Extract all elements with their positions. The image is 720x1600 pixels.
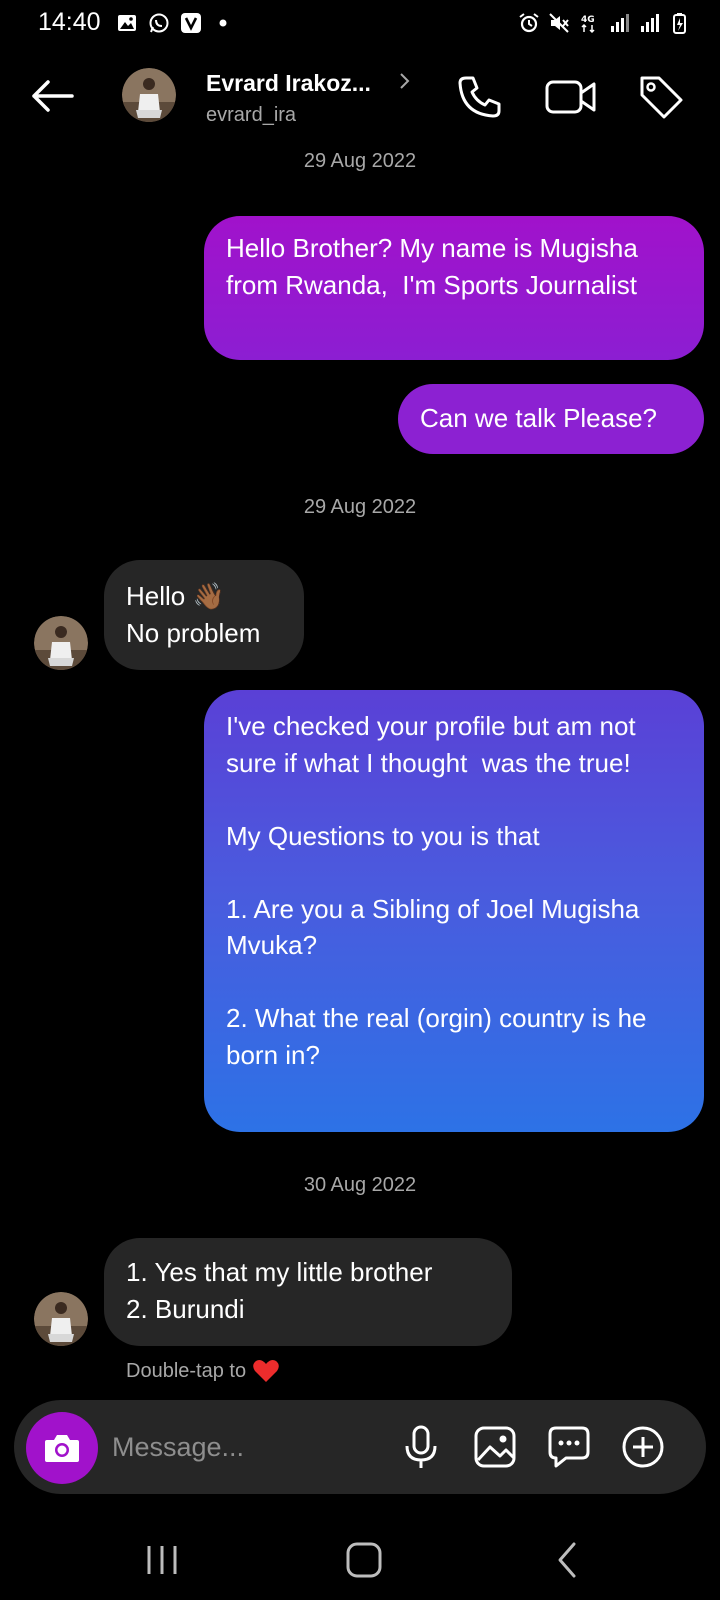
chevron-right-icon[interactable] (396, 70, 414, 92)
outgoing-message[interactable]: Can we talk Please? (398, 384, 704, 454)
video-camera-icon[interactable] (544, 74, 598, 120)
status-bar: 14:40 4G (0, 0, 720, 48)
status-right-icons: 4G (518, 12, 690, 34)
dot-icon (219, 19, 227, 27)
alarm-icon (519, 13, 539, 33)
signal-icon (641, 14, 659, 32)
sticker-chat-icon[interactable] (544, 1422, 594, 1472)
gallery-icon (118, 15, 136, 31)
status-left-icons (116, 12, 234, 34)
message-composer (14, 1400, 706, 1494)
double-tap-label: Double-tap to (126, 1359, 247, 1382)
double-tap-hint: Double-tap to (126, 1358, 280, 1384)
back-icon[interactable] (546, 1540, 590, 1580)
recent-apps-icon[interactable] (140, 1540, 184, 1580)
chat-header: Evrard Irakoz... evrard_ira (0, 60, 720, 140)
date-separator: 29 Aug 2022 (303, 496, 417, 518)
contact-name[interactable]: Evrard Irakoz... (206, 70, 371, 97)
mute-icon (549, 13, 569, 33)
outgoing-message[interactable]: Hello Brother? My name is Mugisha from R… (204, 216, 704, 360)
message-input[interactable] (112, 1422, 392, 1472)
date-separator: 29 Aug 2022 (303, 150, 417, 172)
whatsapp-icon (149, 13, 169, 33)
system-nav-bar (0, 1520, 720, 1600)
incoming-message[interactable]: Hello 👋🏾 No problem (104, 560, 304, 670)
svg-text:4G: 4G (581, 15, 595, 25)
contact-username[interactable]: evrard_ira (206, 104, 296, 127)
network-4g-icon: 4G (581, 15, 595, 34)
status-time: 14:40 (38, 8, 101, 36)
camera-button[interactable] (26, 1412, 98, 1484)
plus-circle-icon[interactable] (618, 1422, 668, 1472)
battery-charging-icon (673, 13, 686, 34)
date-separator: 30 Aug 2022 (303, 1174, 417, 1196)
outgoing-message[interactable]: I've checked your profile but am not sur… (204, 690, 704, 1132)
incoming-message[interactable]: 1. Yes that my little brother 2. Burundi (104, 1238, 512, 1346)
microphone-icon[interactable] (396, 1422, 446, 1472)
avatar[interactable] (34, 1292, 88, 1346)
v-app-icon (181, 13, 201, 33)
camera-icon (45, 1435, 79, 1462)
tag-icon[interactable] (636, 72, 686, 122)
heart-icon (253, 1360, 279, 1382)
back-arrow-icon[interactable] (28, 76, 76, 116)
gallery-icon[interactable] (470, 1422, 520, 1472)
avatar[interactable] (122, 68, 176, 122)
home-icon[interactable] (342, 1540, 386, 1580)
signal-icon (611, 14, 629, 32)
avatar[interactable] (34, 616, 88, 670)
phone-icon[interactable] (454, 72, 504, 122)
